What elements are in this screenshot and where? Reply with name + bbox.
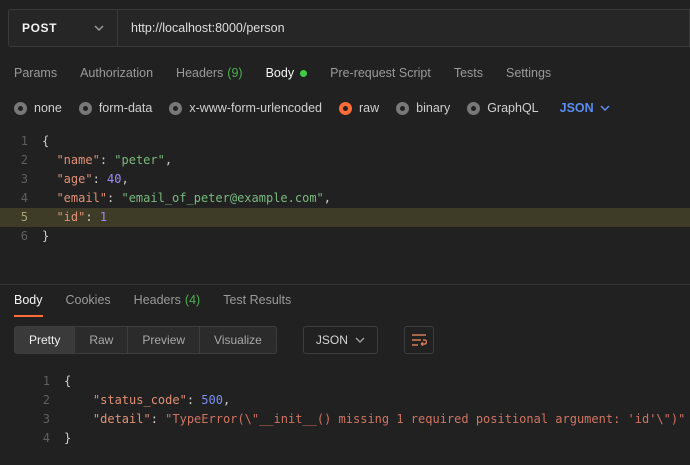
code-line: 2 "status_code": 500, <box>0 391 690 410</box>
response-language-dropdown[interactable]: JSON <box>303 326 378 354</box>
body-present-dot-icon <box>300 70 307 77</box>
request-tabs: Params Authorization Headers(9) Body Pre… <box>0 56 690 90</box>
code-line[interactable]: 2 "name": "peter", <box>0 151 690 170</box>
code-line: 4} <box>0 429 690 448</box>
body-type-graphql[interactable]: GraphQL <box>467 101 538 115</box>
response-tab-headers[interactable]: Headers(4) <box>134 285 201 317</box>
response-toolbar: Pretty Raw Preview Visualize JSON <box>0 317 690 366</box>
response-headers-count-badge: (4) <box>185 293 200 307</box>
line-number: 3 <box>0 410 64 429</box>
line-number: 4 <box>0 429 64 448</box>
code-line[interactable]: 1{ <box>0 132 690 151</box>
code-line[interactable]: 3 "age": 40, <box>0 170 690 189</box>
code-content: "email": "email_of_peter@example.com", <box>42 189 331 208</box>
body-type-raw[interactable]: raw <box>339 101 379 115</box>
tab-headers[interactable]: Headers(9) <box>176 66 243 80</box>
code-content: } <box>64 429 71 448</box>
response-tab-cookies[interactable]: Cookies <box>66 285 111 317</box>
radio-icon <box>14 102 27 115</box>
tab-body[interactable]: Body <box>266 66 308 80</box>
code-content: "age": 40, <box>42 170 129 189</box>
line-number: 2 <box>0 151 42 170</box>
method-label: POST <box>22 21 57 35</box>
code-content: "detail": "TypeError(\"__init__() missin… <box>64 410 685 429</box>
tab-settings[interactable]: Settings <box>506 66 551 80</box>
line-number: 5 <box>0 208 42 227</box>
code-line: 1{ <box>0 372 690 391</box>
line-number: 2 <box>0 391 64 410</box>
url-input[interactable]: http://localhost:8000/person <box>117 9 690 47</box>
line-number: 1 <box>0 372 64 391</box>
line-number: 6 <box>0 227 42 246</box>
method-dropdown[interactable]: POST <box>8 9 118 47</box>
radio-icon <box>396 102 409 115</box>
code-content: { <box>42 132 49 151</box>
response-body-viewer[interactable]: 1{2 "status_code": 500,3 "detail": "Type… <box>0 366 690 465</box>
line-number: 4 <box>0 189 42 208</box>
response-section: Body Cookies Headers(4) Test Results Pre… <box>0 284 690 465</box>
body-type-row: none form-data x-www-form-urlencoded raw… <box>0 90 690 126</box>
response-view-switcher: Pretty Raw Preview Visualize <box>14 326 277 354</box>
code-line: 3 "detail": "TypeError(\"__init__() miss… <box>0 410 690 429</box>
chevron-down-icon <box>355 337 365 343</box>
postman-app: POST http://localhost:8000/person Params… <box>0 0 690 465</box>
response-tab-test-results[interactable]: Test Results <box>223 285 291 317</box>
view-mode-pretty[interactable]: Pretty <box>15 327 75 353</box>
code-content: "name": "peter", <box>42 151 172 170</box>
response-tabs: Body Cookies Headers(4) Test Results <box>0 285 690 317</box>
radio-selected-icon <box>339 102 352 115</box>
chevron-down-icon <box>600 105 610 111</box>
radio-icon <box>79 102 92 115</box>
wrap-text-icon <box>411 333 427 347</box>
code-content: "id": 1 <box>42 208 107 227</box>
tab-authorization[interactable]: Authorization <box>80 66 153 80</box>
view-mode-preview[interactable]: Preview <box>128 327 200 353</box>
body-type-binary[interactable]: binary <box>396 101 450 115</box>
radio-icon <box>467 102 480 115</box>
code-line[interactable]: 4 "email": "email_of_peter@example.com", <box>0 189 690 208</box>
radio-icon <box>169 102 182 115</box>
body-type-none[interactable]: none <box>14 101 62 115</box>
code-line[interactable]: 5 "id": 1 <box>0 208 690 227</box>
view-mode-raw[interactable]: Raw <box>75 327 128 353</box>
chevron-down-icon <box>94 25 104 31</box>
request-body-editor[interactable]: 1{2 "name": "peter",3 "age": 40,4 "email… <box>0 126 690 284</box>
request-language-dropdown[interactable]: JSON <box>560 101 610 115</box>
tab-pre-request-script[interactable]: Pre-request Script <box>330 66 431 80</box>
response-tab-body[interactable]: Body <box>14 285 43 317</box>
wrap-text-button[interactable] <box>404 326 434 354</box>
headers-count-badge: (9) <box>227 66 242 80</box>
tab-params[interactable]: Params <box>14 66 57 80</box>
line-number: 3 <box>0 170 42 189</box>
body-type-x-www-form-urlencoded[interactable]: x-www-form-urlencoded <box>169 101 322 115</box>
code-content: } <box>42 227 49 246</box>
view-mode-visualize[interactable]: Visualize <box>200 327 276 353</box>
code-line[interactable]: 6} <box>0 227 690 246</box>
code-content: { <box>64 372 71 391</box>
body-type-form-data[interactable]: form-data <box>79 101 153 115</box>
url-text: http://localhost:8000/person <box>131 21 285 35</box>
line-number: 1 <box>0 132 42 151</box>
code-content: "status_code": 500, <box>64 391 230 410</box>
tab-tests[interactable]: Tests <box>454 66 483 80</box>
request-url-bar: POST http://localhost:8000/person <box>0 0 690 56</box>
